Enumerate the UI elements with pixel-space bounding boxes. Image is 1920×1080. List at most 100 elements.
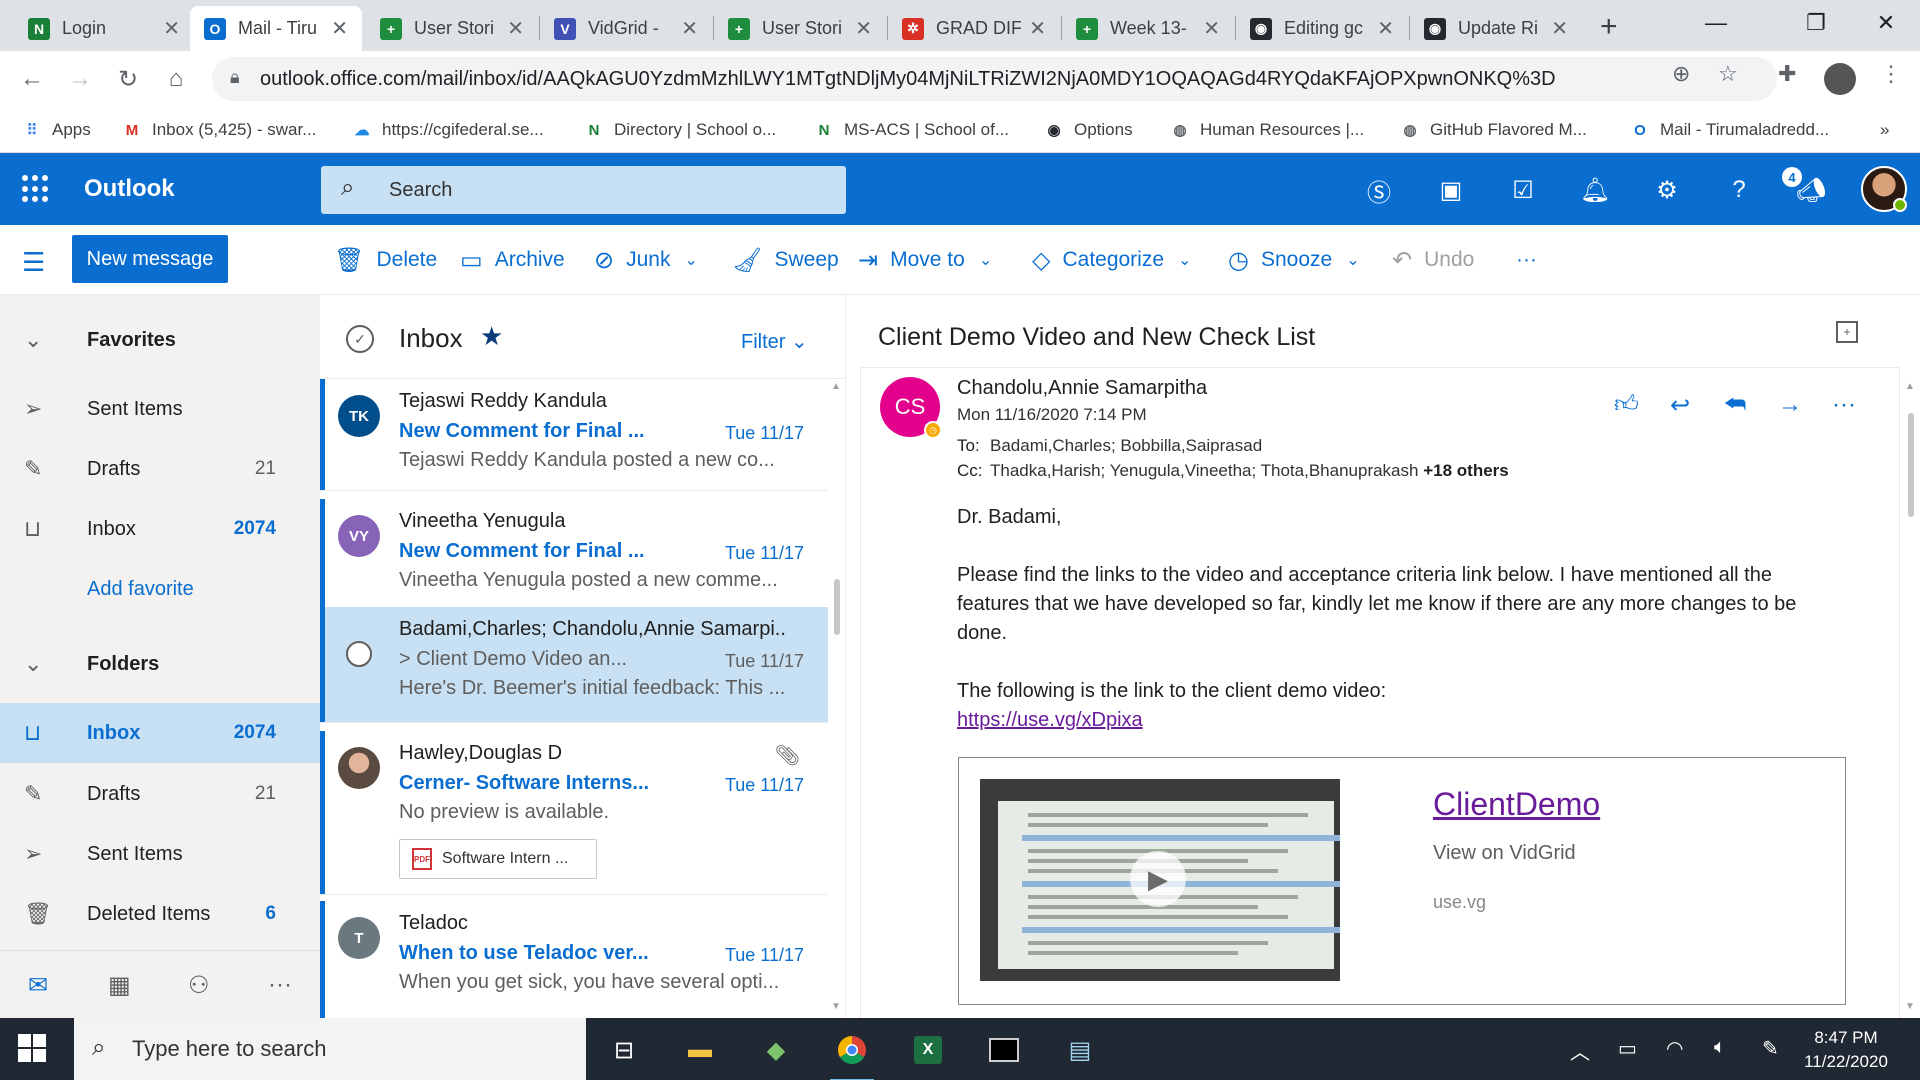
people-icon[interactable]: ⚇ — [188, 971, 210, 1000]
like-icon[interactable]: 👍︎ — [1614, 391, 1639, 419]
chrome-icon[interactable] — [824, 1028, 880, 1080]
sweep-button[interactable]: 🧹︎ Sweep — [732, 237, 839, 283]
scroll-up-icon[interactable]: ▲ — [831, 381, 841, 392]
task-view-icon[interactable]: ⊟ — [596, 1028, 652, 1072]
more-apps-icon[interactable]: ··· — [268, 971, 292, 999]
snooze-button[interactable]: ◷ Snooze ⌄ — [1228, 237, 1360, 283]
chevron-up-icon[interactable]: ︿ — [1570, 1036, 1590, 1065]
forward-icon[interactable]: → — [62, 61, 98, 97]
video-link[interactable]: https://use.vg/xDpixa — [957, 709, 1143, 731]
cc-more-link[interactable]: +18 others — [1423, 461, 1509, 480]
list-scrollbar[interactable]: ▲ ▼ — [828, 379, 846, 1018]
bookmark-star-icon[interactable]: ☆ — [1718, 61, 1738, 87]
close-icon[interactable]: ✕ — [163, 16, 180, 41]
search-input[interactable]: ⌕ Search — [321, 166, 846, 214]
reply-all-icon[interactable]: ⮪ — [1724, 391, 1746, 419]
profile-avatar[interactable] — [1824, 63, 1856, 95]
folder-inbox[interactable]: ⊔ Inbox 2074 — [0, 703, 320, 763]
message-row[interactable]: T Teladoc When to use Teladoc ver... Tue… — [320, 901, 828, 1018]
more-actions-icon[interactable]: ··· — [1832, 391, 1856, 419]
add-favorite-link[interactable]: Add favorite — [0, 560, 320, 618]
close-icon[interactable]: ✕ — [507, 16, 524, 41]
scroll-down-icon[interactable]: ▼ — [831, 1001, 841, 1012]
hamburger-icon[interactable]: ☰ — [22, 247, 45, 278]
help-icon[interactable]: ? — [1720, 171, 1758, 209]
browser-tab[interactable]: + User Stori ✕ — [366, 6, 538, 51]
close-icon[interactable]: ✕ — [331, 16, 348, 41]
notepad-icon[interactable]: ▤ — [1052, 1028, 1108, 1072]
favorite-star-icon[interactable]: ★ — [480, 321, 503, 352]
taskbar-search-input[interactable]: ⌕ Type here to search — [74, 1018, 586, 1080]
video-thumbnail[interactable]: ▶ — [980, 779, 1340, 981]
browser-tab[interactable]: N Login ✕ — [14, 6, 194, 51]
folder-sent-items[interactable]: ➢ Sent Items — [0, 825, 320, 883]
bookmark-item[interactable]: M Inbox (5,425) - swar... — [122, 115, 317, 145]
folder-drafts[interactable]: ✎ Drafts 21 — [0, 765, 320, 823]
scroll-down-icon[interactable]: ▼ — [1905, 1001, 1915, 1012]
folders-header[interactable]: ⌄ Folders — [0, 635, 320, 693]
address-bar[interactable]: 🔒︎ outlook.office.com/mail/inbox/id/AAQk… — [212, 57, 1777, 101]
new-message-button[interactable]: New message — [72, 235, 228, 283]
undo-button[interactable]: ↶ Undo — [1392, 237, 1474, 283]
home-icon[interactable]: ⌂ — [158, 61, 194, 97]
my-day-icon[interactable]: ☑ — [1504, 171, 1542, 209]
folder-deleted-items[interactable]: 🗑︎ Deleted Items 6 — [0, 885, 320, 943]
open-in-new-window-icon[interactable]: + — [1836, 321, 1858, 343]
add-site-icon[interactable]: ⊕ — [1672, 61, 1690, 87]
categorize-button[interactable]: ◇ Categorize ⌄ — [1032, 237, 1191, 283]
link-preview-card[interactable]: ▶ ClientDemo View on VidGrid use.vg — [958, 757, 1846, 1005]
calendar-icon[interactable]: ▦ — [108, 971, 131, 1000]
extensions-icon[interactable]: ✚ — [1778, 61, 1796, 87]
reply-icon[interactable]: ↩ — [1670, 391, 1690, 420]
close-icon[interactable]: ✕ — [855, 16, 872, 41]
battery-icon[interactable]: ▭ — [1618, 1036, 1637, 1061]
browser-tab[interactable]: + User Stori ✕ — [714, 6, 886, 51]
browser-tab[interactable]: V VidGrid - ✕ — [540, 6, 712, 51]
message-checkbox[interactable] — [346, 641, 372, 667]
scroll-thumb[interactable] — [834, 579, 840, 635]
favorite-drafts[interactable]: ✎ Drafts 21 — [0, 440, 320, 498]
minimize-icon[interactable]: — — [1686, 4, 1746, 42]
browser-tab[interactable]: ✲ GRAD DIF ✕ — [888, 6, 1060, 51]
delete-button[interactable]: 🗑︎ Delete — [334, 237, 437, 283]
mail-icon[interactable]: ✉ — [28, 971, 48, 1000]
windows-start-icon[interactable] — [18, 1034, 46, 1062]
play-icon[interactable]: ▶ — [1130, 851, 1186, 907]
bookmark-item[interactable]: ☁ https://cgifederal.se... — [352, 115, 544, 145]
attachment-chip[interactable]: PDF Software Intern ... — [399, 839, 597, 879]
bookmark-item[interactable]: ⠿ Apps — [22, 115, 91, 145]
favorite-inbox[interactable]: ⊔ Inbox 2074 — [0, 500, 320, 558]
volume-mute-icon[interactable]: 🔈︎ — [1714, 1036, 1726, 1059]
app-brand[interactable]: Outlook — [84, 175, 175, 203]
browser-tab-active[interactable]: O Mail - Tiru ✕ — [190, 6, 362, 51]
forward-icon[interactable]: → — [1778, 391, 1802, 419]
more-actions-button[interactable]: ··· — [1516, 237, 1537, 283]
reload-icon[interactable]: ↻ — [110, 61, 146, 97]
app-launcher-icon[interactable] — [22, 175, 50, 203]
bookmark-item[interactable]: N MS-ACS | School of... — [814, 115, 1009, 145]
browser-tab[interactable]: ◉ Update Ri ✕ — [1410, 6, 1582, 51]
preview-title-link[interactable]: ClientDemo — [1433, 786, 1600, 823]
junk-button[interactable]: ⊘ Junk ⌄ — [594, 237, 698, 283]
close-icon[interactable]: ✕ — [1029, 16, 1046, 41]
excel-icon[interactable]: X — [900, 1028, 956, 1072]
sender-name[interactable]: Chandolu,Annie Samarpitha — [957, 377, 1207, 400]
more-bookmarks-icon[interactable]: » — [1880, 115, 1889, 145]
office-icon[interactable]: ▣ — [1432, 171, 1470, 209]
reading-scrollbar[interactable]: ▲ ▼ — [1902, 379, 1920, 1018]
bookmark-item[interactable]: ◍ Human Resources |... — [1170, 115, 1364, 145]
system-clock[interactable]: 8:47 PM 11/22/2020 — [1796, 1026, 1896, 1074]
archive-button[interactable]: ▭ Archive — [460, 237, 565, 283]
bookmark-item[interactable]: ◉ Options — [1044, 115, 1132, 145]
favorite-sent-items[interactable]: ➢ Sent Items — [0, 380, 320, 438]
file-explorer-icon[interactable]: ▬ — [672, 1028, 728, 1072]
to-recipients[interactable]: Badami,Charles; Bobbilla,Saiprasad — [990, 436, 1262, 456]
close-icon[interactable]: ✕ — [1203, 16, 1220, 41]
pen-icon[interactable]: ✎ — [1762, 1036, 1779, 1061]
close-icon[interactable]: ✕ — [681, 16, 698, 41]
skype-icon[interactable]: Ⓢ — [1360, 171, 1398, 209]
gear-icon[interactable]: ⚙ — [1648, 171, 1686, 209]
cc-recipients[interactable]: Thadka,Harish; Yenugula,Vineetha; Thota,… — [990, 461, 1509, 481]
message-row-selected[interactable]: Badami,Charles; Chandolu,Annie Samarpi..… — [320, 607, 828, 723]
message-row[interactable]: Hawley,Douglas D 📎︎ Cerner- Software Int… — [320, 731, 828, 895]
